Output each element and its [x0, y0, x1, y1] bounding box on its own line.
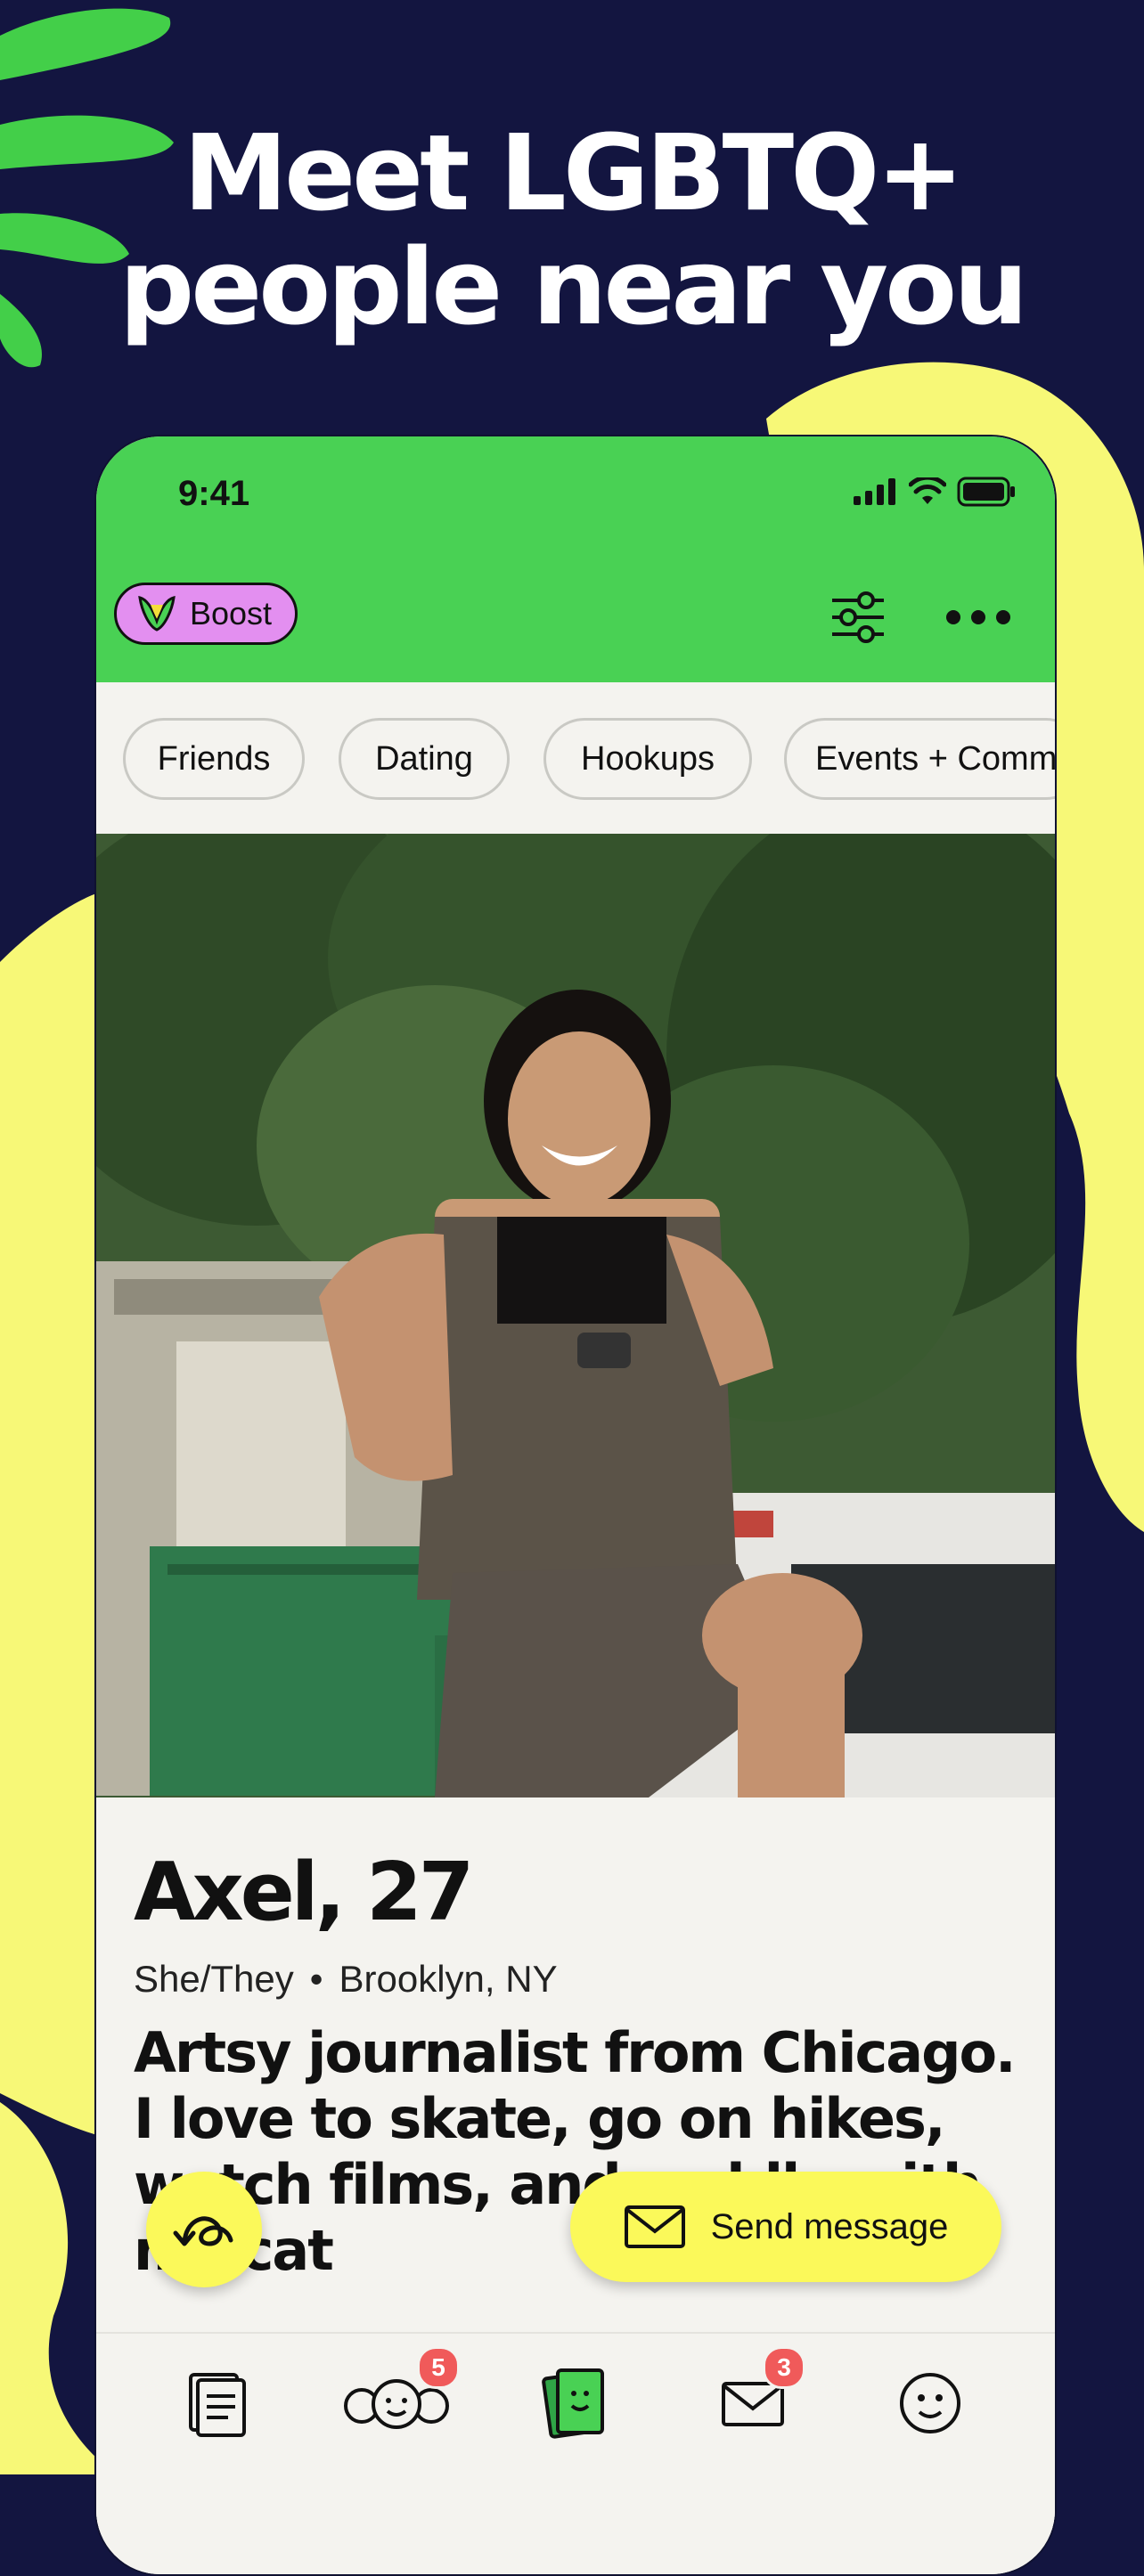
tab-bar: 5 3	[96, 2332, 1055, 2574]
status-icons	[854, 476, 1016, 508]
boost-logo-icon	[138, 596, 176, 632]
tab-profiles[interactable]	[531, 2359, 620, 2448]
headline-line-1: Meet LGBTQ+	[183, 111, 965, 234]
send-message-button[interactable]: Send message	[570, 2172, 1001, 2282]
undo-icon	[173, 2216, 233, 2246]
more-icon[interactable]	[943, 586, 1014, 648]
profile-name-age: Axel, 27	[134, 1846, 474, 1939]
meta-separator: •	[309, 1958, 323, 2000]
tab-people[interactable]: 5	[339, 2346, 460, 2448]
feed-icon	[189, 2373, 246, 2437]
send-message-label: Send message	[710, 2206, 949, 2246]
yellow-blob-left	[0, 891, 107, 2138]
profile-photo-illustration	[96, 834, 1055, 1797]
face-icon	[900, 2373, 960, 2433]
profile-card-icon	[542, 2368, 604, 2439]
chip-events-community[interactable]: Events + Comm	[784, 718, 1055, 800]
people-badge: 5	[417, 2346, 460, 2389]
headline: Meet LGBTQ+ people near you	[0, 116, 1144, 344]
phone-frame: 9:41 Boost Friends Dating Hookups Events…	[94, 435, 1057, 2576]
chip-dating[interactable]: Dating	[339, 718, 510, 800]
wifi-icon	[909, 477, 946, 504]
signal-icon	[854, 478, 895, 505]
filter-icon[interactable]	[827, 586, 889, 648]
chip-hookups[interactable]: Hookups	[543, 718, 752, 800]
profile-photo[interactable]	[96, 834, 1055, 1797]
category-chips: Friends Dating Hookups Events + Comm	[96, 682, 1055, 834]
tab-me[interactable]	[886, 2359, 975, 2448]
app-header: 9:41 Boost	[96, 436, 1055, 682]
boost-button[interactable]: Boost	[114, 583, 298, 645]
profile-location: Brooklyn, NY	[339, 1958, 558, 2000]
profile-pronouns: She/They	[134, 1958, 294, 2000]
status-time: 9:41	[178, 474, 250, 513]
messages-badge: 3	[763, 2346, 805, 2389]
tab-feed[interactable]	[173, 2359, 262, 2448]
chip-friends[interactable]: Friends	[123, 718, 305, 800]
undo-button[interactable]	[146, 2172, 262, 2287]
profile-meta: She/They • Brooklyn, NY	[134, 1958, 558, 2001]
headline-line-2: people near you	[118, 225, 1029, 348]
envelope-icon	[624, 2205, 685, 2248]
boost-label: Boost	[190, 595, 273, 632]
battery-icon	[957, 477, 1015, 507]
tab-messages[interactable]: 3	[709, 2346, 805, 2448]
